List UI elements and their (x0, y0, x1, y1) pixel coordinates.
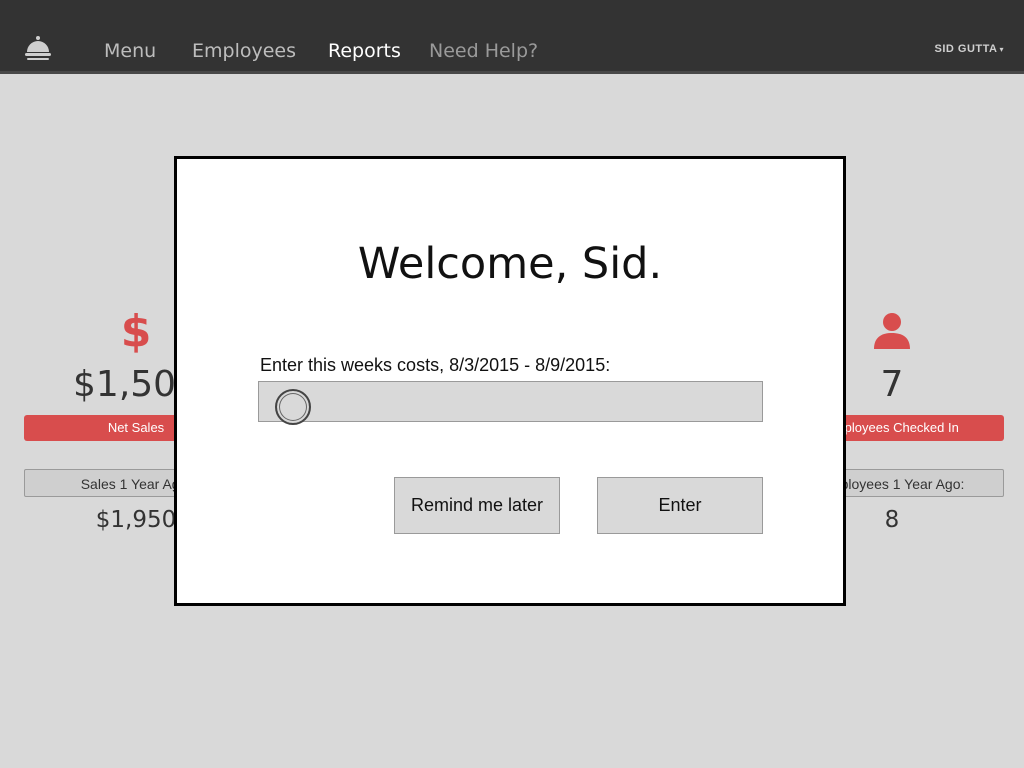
chevron-down-icon: ▾ (999, 45, 1004, 54)
top-navbar: Menu Employees Reports Need Help? SID GU… (0, 0, 1024, 74)
modal-title: Welcome, Sid. (357, 239, 663, 289)
remind-later-button[interactable]: Remind me later (394, 477, 560, 534)
person-icon (874, 313, 910, 349)
nav-reports[interactable]: Reports (328, 40, 401, 62)
user-name: SID GUTTA (934, 43, 998, 55)
costs-prompt: Enter this weeks costs, 8/3/2015 - 8/9/2… (260, 355, 611, 375)
slider-handle[interactable] (275, 389, 311, 425)
cloche-icon[interactable] (23, 34, 53, 64)
nav-menu[interactable]: Menu (104, 40, 156, 62)
user-menu[interactable]: SID GUTTA ▾ (935, 43, 1004, 55)
costs-slider[interactable] (258, 381, 763, 425)
enter-button[interactable]: Enter (597, 477, 763, 534)
nav-employees[interactable]: Employees (192, 40, 296, 62)
welcome-modal: Welcome, Sid. Enter this weeks costs, 8/… (174, 156, 846, 606)
dollar-icon: $ (120, 305, 152, 357)
nav-need-help[interactable]: Need Help? (429, 40, 538, 62)
